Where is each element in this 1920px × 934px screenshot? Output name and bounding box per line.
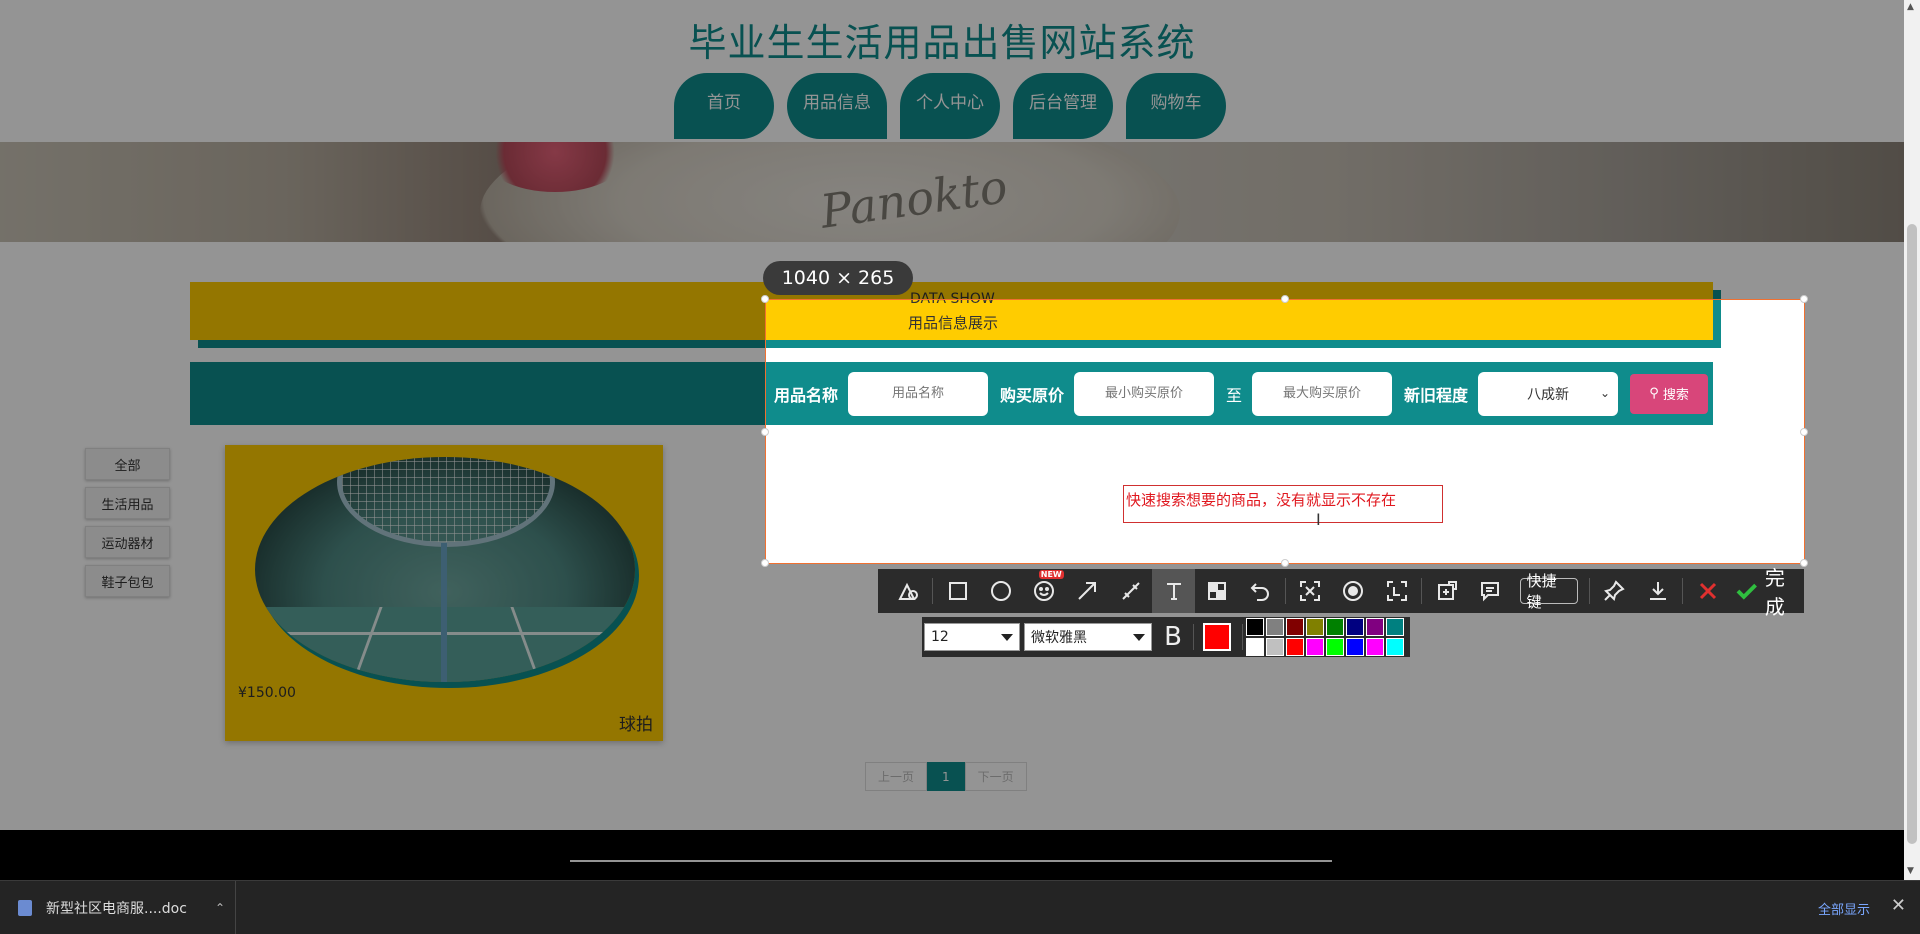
close-icon[interactable]: ✕ — [1891, 895, 1906, 916]
pin-icon[interactable] — [1593, 569, 1636, 613]
download-icon[interactable] — [1636, 569, 1679, 613]
color-swatch[interactable] — [1346, 618, 1364, 636]
toolbar-divider — [1682, 578, 1684, 604]
close-icon[interactable] — [1686, 569, 1729, 613]
arrow-tool-icon[interactable] — [1066, 569, 1109, 613]
scroll-up-icon[interactable]: ▲ — [1907, 2, 1914, 12]
download-bar: 新型社区电商服....doc ⌃ 全部显示 ✕ — [0, 880, 1920, 934]
check-icon — [1736, 583, 1758, 600]
ellipse-tool-icon[interactable] — [979, 569, 1022, 613]
color-swatch[interactable] — [1366, 618, 1384, 636]
toolbar-divider — [932, 578, 934, 604]
current-color-swatch[interactable] — [1203, 623, 1231, 651]
comment-icon[interactable] — [1468, 569, 1511, 613]
chevron-up-icon[interactable]: ⌃ — [215, 901, 225, 915]
font-family-value: 微软雅黑 — [1031, 630, 1087, 646]
page-scrollbar[interactable]: ▲ ▼ — [1904, 0, 1920, 880]
download-item[interactable]: 新型社区电商服....doc ⌃ — [18, 881, 236, 934]
resize-handle[interactable] — [1281, 295, 1289, 303]
color-swatch[interactable] — [1366, 638, 1384, 656]
color-swatch[interactable] — [1266, 638, 1284, 656]
doc-file-icon — [18, 900, 32, 916]
done-button[interactable]: 完成 — [1735, 562, 1804, 620]
text-cursor-icon: I — [1316, 512, 1321, 528]
toolbar-divider — [1284, 578, 1286, 604]
undo-icon[interactable] — [1238, 569, 1281, 613]
color-swatch[interactable] — [1306, 618, 1324, 636]
color-swatch[interactable] — [1326, 638, 1344, 656]
new-badge: NEW — [1038, 570, 1064, 579]
toolbar-divider — [1421, 578, 1423, 604]
scroll-down-icon[interactable]: ▼ — [1907, 866, 1914, 876]
dropdown-arrow-icon — [1133, 634, 1145, 641]
resize-handle[interactable] — [1800, 295, 1808, 303]
dim-overlay — [0, 0, 1904, 299]
color-swatch[interactable] — [1286, 638, 1304, 656]
add-image-icon[interactable] — [1425, 569, 1468, 613]
shortcut-button[interactable]: 快捷键 — [1519, 572, 1578, 611]
color-swatch[interactable] — [1266, 618, 1284, 636]
emoji-tool-icon[interactable]: NEW — [1023, 569, 1066, 613]
dim-overlay — [0, 299, 765, 564]
color-palette — [1246, 618, 1404, 656]
capture-selection[interactable] — [761, 295, 1808, 567]
download-file-name: 新型社区电商服....doc — [46, 901, 187, 917]
text-annotation-box[interactable]: 快速搜索想要的商品，没有就显示不存在 — [1123, 485, 1443, 523]
bold-button[interactable]: B — [1156, 622, 1190, 652]
long-capture-icon[interactable] — [1375, 569, 1418, 613]
resize-handle[interactable] — [1281, 559, 1289, 567]
text-options-toolbar: 12 微软雅黑 B — [922, 617, 1410, 657]
color-swatch[interactable] — [1246, 618, 1264, 636]
dropdown-arrow-icon — [1001, 634, 1013, 641]
toolbar-divider — [1242, 624, 1243, 650]
color-swatch[interactable] — [1326, 618, 1344, 636]
selection-size-badge: 1040 × 265 — [763, 261, 913, 295]
color-swatch[interactable] — [1306, 638, 1324, 656]
resize-handle[interactable] — [761, 428, 769, 436]
font-family-select[interactable]: 微软雅黑 — [1024, 623, 1152, 651]
scroll-thumb[interactable] — [1907, 224, 1917, 844]
toolbar-divider — [1588, 578, 1590, 604]
show-all-link[interactable]: 全部显示 — [1818, 899, 1870, 918]
resize-handle[interactable] — [761, 295, 769, 303]
rectangle-tool-icon[interactable] — [936, 569, 979, 613]
color-swatch[interactable] — [1286, 618, 1304, 636]
dim-overlay — [1805, 299, 1904, 564]
pen-tool-icon[interactable] — [1109, 569, 1152, 613]
font-size-select[interactable]: 12 — [924, 623, 1020, 651]
ocr-icon[interactable] — [1289, 569, 1332, 613]
resize-handle[interactable] — [761, 559, 769, 567]
color-swatch[interactable] — [1386, 638, 1404, 656]
shape-tool-icon[interactable] — [886, 569, 929, 613]
done-label: 完成 — [1764, 566, 1785, 619]
font-size-value: 12 — [931, 629, 949, 645]
toolbar-divider — [1193, 624, 1194, 650]
color-swatch[interactable] — [1346, 638, 1364, 656]
color-swatch[interactable] — [1386, 618, 1404, 636]
text-tool-icon[interactable] — [1152, 569, 1196, 613]
mosaic-tool-icon[interactable] — [1195, 569, 1238, 613]
annotation-toolbar: NEW 快捷键 完成 — [878, 566, 1804, 619]
record-icon[interactable] — [1332, 569, 1375, 613]
resize-handle[interactable] — [1800, 428, 1808, 436]
color-swatch[interactable] — [1246, 638, 1264, 656]
